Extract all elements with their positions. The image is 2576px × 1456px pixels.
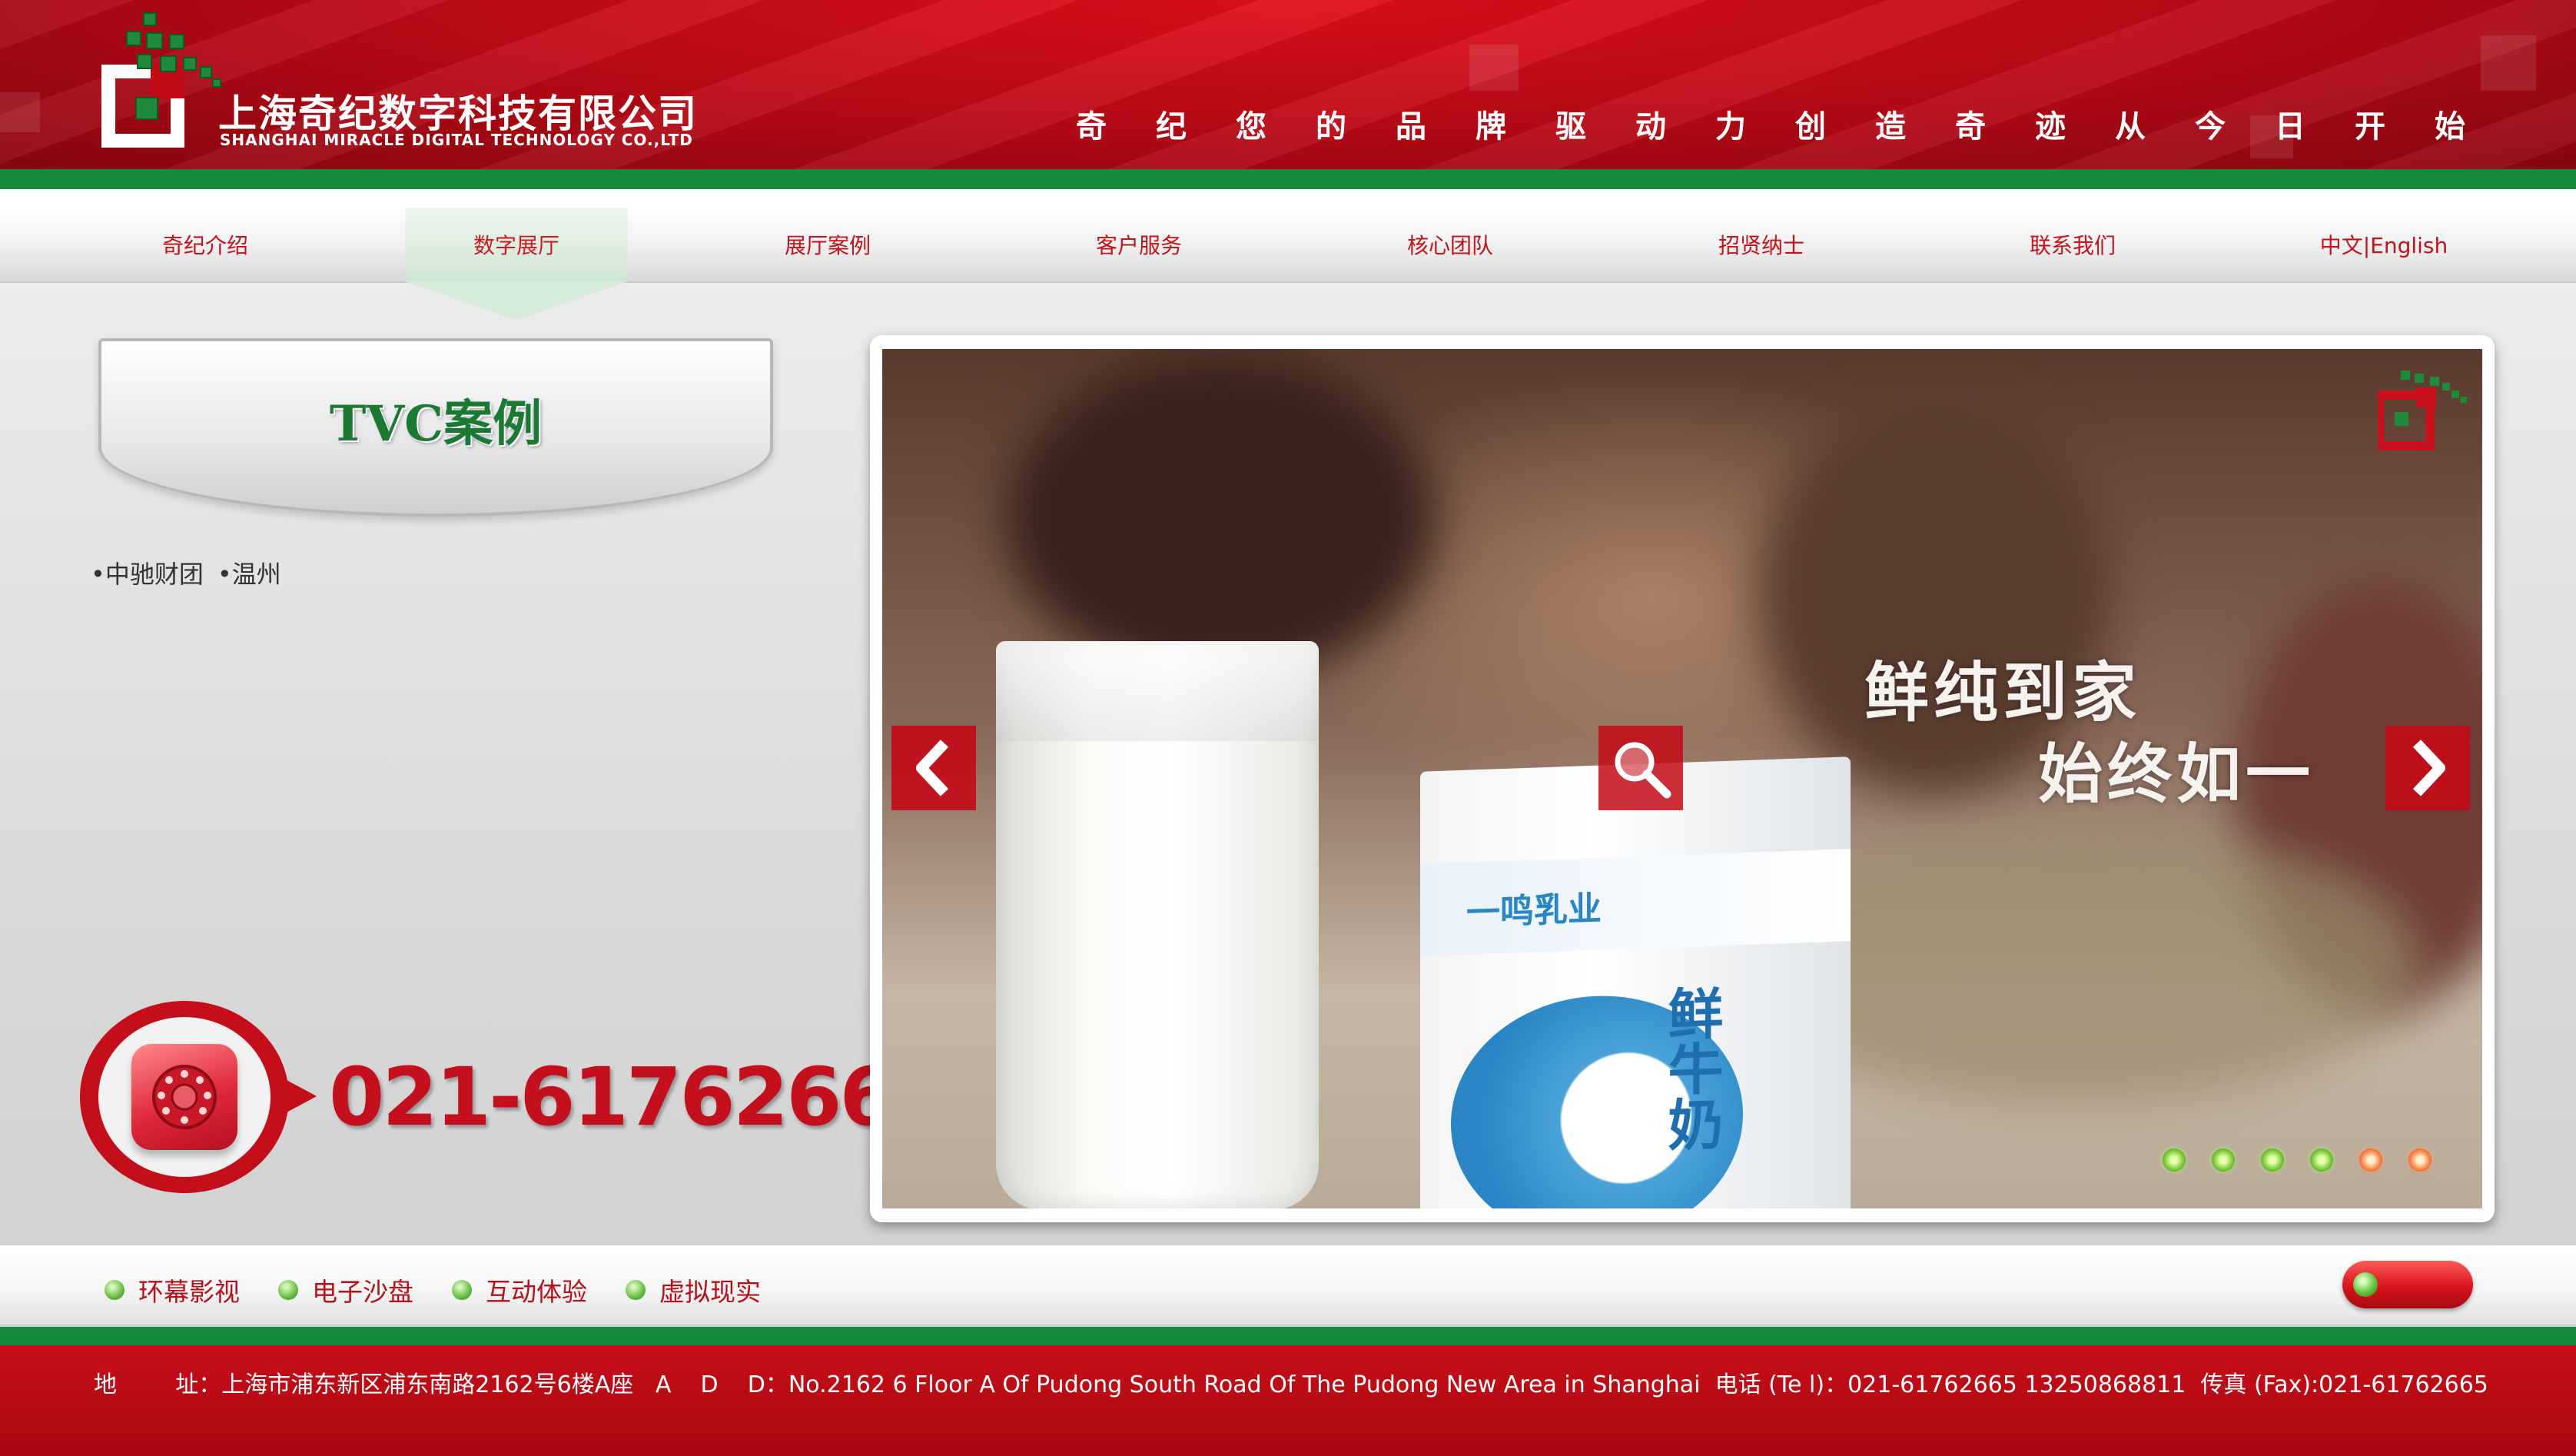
watermark-logo-icon xyxy=(2378,371,2467,450)
green-bullet-icon xyxy=(452,1280,472,1300)
logo-pixel xyxy=(169,34,184,49)
slide-dot-4[interactable] xyxy=(2310,1149,2333,1172)
nav-item-customer-service[interactable]: 客户服务 xyxy=(1027,208,1250,281)
magnifier-icon xyxy=(1615,742,1671,799)
slogan-char: 造 xyxy=(1875,108,1906,145)
slide-caption-line1: 鲜纯到家 xyxy=(1864,654,2142,730)
header-decor xyxy=(2481,35,2536,91)
slide-dot-5[interactable] xyxy=(2359,1149,2382,1172)
slide-caption-line2: 始终如一 xyxy=(2038,736,2315,812)
bottom-link-label: 电子沙盘 xyxy=(312,1277,413,1307)
chevron-left-icon xyxy=(916,740,949,796)
header-slogan: 奇纪您的品牌驱动力创造奇迹从今日开始 xyxy=(1076,101,2515,146)
slide-dot-1[interactable] xyxy=(2163,1149,2186,1172)
case-link-wenzhou[interactable]: •温州 xyxy=(217,555,281,590)
header-decor xyxy=(1469,45,1519,91)
phone-badge-inner xyxy=(98,1017,271,1177)
bottom-link-sand-table[interactable]: 电子沙盘 xyxy=(278,1272,413,1308)
carton-brand: 一鸣乳业 xyxy=(1466,889,1602,933)
header-decor xyxy=(0,92,40,132)
slide-dot-3[interactable] xyxy=(2261,1149,2284,1172)
bottom-links: 环幕影视 电子沙盘 互动体验 虚拟现实 xyxy=(105,1272,761,1308)
nav-item-digital-showroom[interactable]: 数字展厅 xyxy=(405,208,628,281)
header-green-stripe xyxy=(0,169,2576,189)
slide-dot-2[interactable] xyxy=(2212,1149,2235,1172)
bg-person-blur xyxy=(1005,357,1436,680)
nav-item-showroom-cases[interactable]: 展厅案例 xyxy=(716,208,939,281)
site-header: 上海奇纪数字科技有限公司 SHANGHAI MIRACLE DIGITAL TE… xyxy=(0,0,2576,169)
slogan-char: 您 xyxy=(1236,108,1266,145)
company-name-en: SHANGHAI MIRACLE DIGITAL TECHNOLOGY CO.,… xyxy=(220,131,693,149)
slide-dot-6[interactable] xyxy=(2408,1149,2432,1172)
header-white-stripe xyxy=(0,189,2576,208)
nav-item-contact[interactable]: 联系我们 xyxy=(1961,208,2184,281)
phone-badge xyxy=(80,1001,317,1193)
next-slide-button[interactable] xyxy=(2385,726,2470,810)
slogan-char: 力 xyxy=(1715,108,1746,145)
phone-number: 021-61762665 xyxy=(329,1050,948,1144)
nav-item-careers[interactable]: 招贤纳士 xyxy=(1650,208,1873,281)
tvc-heading-box: TVC案例 xyxy=(98,338,773,517)
toggle-switch[interactable] xyxy=(2342,1261,2473,1308)
footer-address: 地 址：上海市浦东新区浦东南路2162号6楼A座 A D D：No.2162 6… xyxy=(94,1371,2488,1398)
logo-pixel xyxy=(143,12,157,26)
green-bullet-icon xyxy=(626,1280,646,1300)
slogan-char: 动 xyxy=(1635,108,1666,145)
logo-pixel xyxy=(137,54,152,69)
chevron-right-icon xyxy=(2412,740,2445,796)
logo-pixel xyxy=(126,31,141,46)
logo-pixel xyxy=(160,55,177,72)
slogan-char: 驱 xyxy=(1555,108,1586,145)
green-bullet-icon xyxy=(105,1280,124,1300)
slogan-char: 日 xyxy=(2275,108,2305,145)
slogan-char: 的 xyxy=(1316,108,1346,145)
logo-pixel xyxy=(200,66,212,78)
slogan-char: 牌 xyxy=(1476,108,1506,145)
slogan-char: 今 xyxy=(2195,108,2226,145)
slogan-char: 奇 xyxy=(1955,108,1986,145)
nav-active-pointer xyxy=(405,281,628,320)
logo-pixel xyxy=(183,57,197,71)
slogan-char: 从 xyxy=(2115,108,2146,145)
tvc-title: TVC案例 xyxy=(329,395,543,453)
slogan-char: 迹 xyxy=(2035,108,2066,145)
main-nav: 奇纪介绍 数字展厅 展厅案例 客户服务 核心团队 招贤纳士 联系我们 中文|En… xyxy=(0,208,2576,283)
bottom-link-label: 互动体验 xyxy=(486,1277,587,1307)
bottom-link-label: 环幕影视 xyxy=(138,1277,240,1307)
slide-pagination xyxy=(2163,1149,2432,1172)
logo-pixel xyxy=(135,97,158,120)
milk-glass xyxy=(996,641,1319,1208)
nav-item-core-team[interactable]: 核心团队 xyxy=(1339,208,1562,281)
slideshow-image[interactable]: 一鸣乳业 鲜牛奶 鲜纯到家 始终如一 xyxy=(882,349,2482,1208)
slogan-char: 纪 xyxy=(1156,108,1187,145)
green-bullet-icon xyxy=(278,1280,298,1300)
milk-carton: 一鸣乳业 鲜牛奶 xyxy=(1420,756,1851,1208)
slogan-char: 创 xyxy=(1795,108,1826,145)
logo-pixel xyxy=(146,32,163,49)
bottom-link-interactive[interactable]: 互动体验 xyxy=(452,1272,587,1308)
bottom-link-label: 虚拟现实 xyxy=(659,1277,761,1307)
slogan-char: 品 xyxy=(1396,108,1426,145)
company-logo[interactable] xyxy=(98,11,229,149)
zoom-button[interactable] xyxy=(1598,726,1683,810)
bottom-link-vr[interactable]: 虚拟现实 xyxy=(626,1272,761,1308)
carton-product: 鲜牛奶 xyxy=(1658,984,1723,1152)
bottom-link-surround-film[interactable]: 环幕影视 xyxy=(105,1272,240,1308)
slogan-char: 奇 xyxy=(1076,108,1107,145)
case-list: •中驰财团 •温州 xyxy=(91,555,281,590)
slogan-char: 始 xyxy=(2435,108,2465,145)
nav-item-about[interactable]: 奇纪介绍 xyxy=(94,208,317,281)
nav-item-language[interactable]: 中文|English xyxy=(2272,208,2495,281)
prev-slide-button[interactable] xyxy=(891,726,976,810)
footer-green-stripe xyxy=(0,1327,2576,1345)
toggle-knob xyxy=(2353,1272,2378,1297)
slogan-char: 开 xyxy=(2355,108,2385,145)
telephone-icon xyxy=(131,1044,237,1150)
site-footer xyxy=(0,1345,2576,1456)
case-link-zhongchi[interactable]: •中驰财团 xyxy=(91,555,204,590)
